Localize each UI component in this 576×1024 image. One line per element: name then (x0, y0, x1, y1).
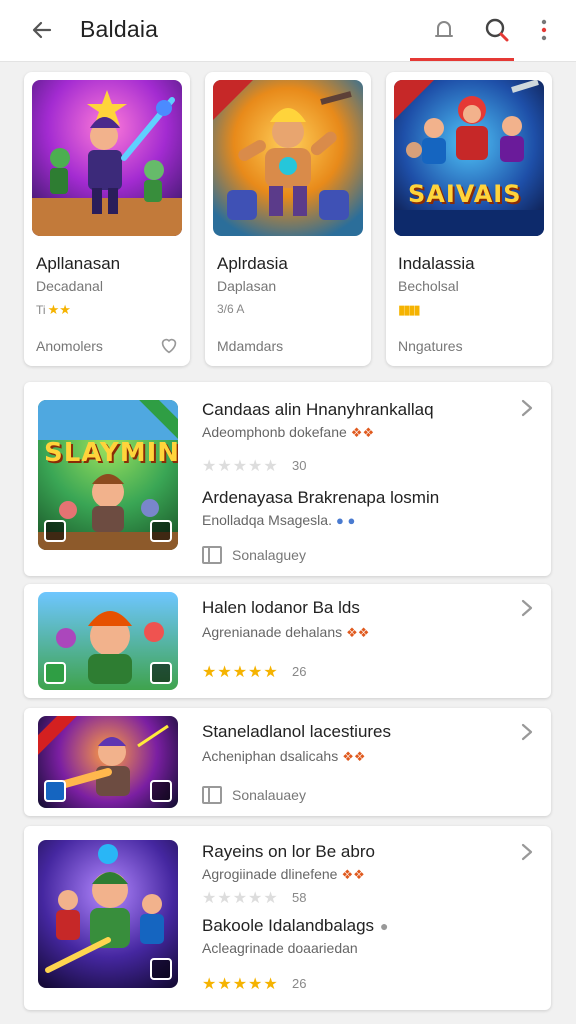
star-rating: ★★★★★ (202, 664, 279, 681)
item-footer-text: Sonalaguey (232, 547, 306, 563)
rating: 3/6 A (217, 302, 244, 316)
rating-value: 58 (292, 890, 307, 905)
book-icon (202, 786, 222, 804)
item-title: Candaas alin Hnanyhrankallaq (202, 400, 434, 419)
item-subtitle: Adeomphonb dokefane ❖❖ (202, 424, 374, 441)
rating-text: Ti (36, 303, 46, 317)
fire-icon: ❖❖ (341, 867, 365, 882)
star-icon: ★★ (47, 302, 71, 317)
game-artwork (38, 840, 178, 988)
chevron-right-icon[interactable] (518, 722, 536, 742)
item-title: Halen lodanor Ba lds (202, 598, 360, 617)
top-card[interactable]: SAIVAIS Indalassia Becholsal ▮▮▮▮ Nngatu… (386, 72, 552, 366)
top-card[interactable]: Apllanasan Decadanal Ti ★★ Anomolers (24, 72, 190, 366)
app-bar: Baldaia (0, 0, 576, 62)
item-footer-text: Sonalauaey (232, 787, 306, 803)
item-subtitle-text: Agrogiinade dlinefene (202, 866, 338, 882)
book-icon (202, 546, 222, 564)
item-footer: Sonalauaey (202, 786, 306, 804)
rating-value: 26 (292, 664, 307, 679)
star-rating: ★★★★★ (202, 890, 279, 907)
page-title: Baldaia (80, 16, 159, 42)
active-tab-indicator (410, 58, 514, 61)
game-artwork: SAIVAIS (394, 80, 544, 236)
item-footer: Sonalaguey (202, 546, 306, 564)
chevron-right-icon[interactable] (518, 398, 536, 418)
game-art-title: SLAYMINS (44, 438, 178, 468)
item-subtitle-text: Agrenianade dehalans (202, 624, 343, 640)
game-artwork (32, 80, 182, 236)
list-item[interactable]: Rayeins on lor Be abro Agrogiinade dline… (24, 826, 551, 1010)
game-artwork (38, 716, 178, 808)
item-subtitle: Enolladqa Msagesla. ● ● (202, 512, 355, 528)
star-rating: ★★★★★ (202, 976, 279, 993)
list-item[interactable]: Halen lodanor Ba lds Agrenianade dehalan… (24, 584, 551, 698)
rating-value: 30 (292, 458, 307, 473)
rating-bars-icon: ▮▮▮▮ (398, 302, 421, 317)
platform-icon (44, 520, 66, 542)
item-title: Rayeins on lor Be abro (202, 842, 375, 861)
chevron-right-icon[interactable] (518, 842, 536, 862)
rating-text: 3/6 A (217, 302, 245, 316)
game-subtitle: Daplasan (217, 278, 277, 294)
card-footer: Anomolers (36, 338, 103, 354)
item-subtitle-text: Enolladqa Msagesla. (202, 512, 332, 528)
top-card[interactable]: Aplrdasia Daplasan 3/6 A Mdamdars (205, 72, 371, 366)
game-title: Indalassia (398, 254, 475, 273)
search-button[interactable] (480, 14, 514, 46)
controller-icon (150, 780, 172, 802)
rating: ▮▮▮▮ (398, 302, 421, 318)
game-artwork (213, 80, 363, 236)
controller-icon (150, 520, 172, 542)
item-subtitle-text: Adeomphonb dokefane (202, 424, 347, 440)
item-subtitle: Agrenianade dehalans ❖❖ (202, 624, 369, 641)
game-artwork (38, 592, 178, 690)
item-title: Staneladlanol lacestiures (202, 722, 392, 741)
chevron-right-icon[interactable] (518, 598, 536, 618)
item-subtitle-text: Acheniphan dsalicahs (202, 748, 339, 764)
info-icon: ● ● (335, 513, 356, 528)
arrow-left-icon (32, 21, 52, 39)
game-subtitle: Decadanal (36, 278, 103, 294)
item-subtitle: Acheniphan dsalicahs ❖❖ (202, 748, 366, 765)
item-title: Bakoole Idalandbalags ● (202, 916, 389, 936)
account-button[interactable] (428, 14, 460, 46)
game-title: Aplrdasia (217, 254, 288, 273)
rating: Ti ★★ (36, 302, 71, 318)
controller-icon (150, 958, 172, 980)
item-subtitle: Acleagrinade doaariedan (202, 940, 358, 956)
back-button[interactable] (26, 14, 58, 46)
item-subtitle: Agrogiinade dlinefene ❖❖ (202, 866, 365, 883)
game-art-title: SAIVAIS (408, 180, 522, 208)
platform-icon (44, 662, 66, 684)
info-icon: ● (380, 918, 389, 934)
game-title: Apllanasan (36, 254, 121, 273)
rating-value: 26 (292, 976, 307, 991)
fire-icon: ❖❖ (350, 425, 375, 440)
card-footer: Mdamdars (217, 338, 284, 354)
fire-icon: ❖❖ (342, 749, 366, 764)
item-title-text: Bakoole Idalandbalags (202, 916, 375, 935)
heart-icon[interactable] (158, 334, 180, 356)
list-item[interactable]: Staneladlanol lacestiures Acheniphan dsa… (24, 708, 551, 816)
card-footer: Nngatures (398, 338, 463, 354)
item-title: Ardenayasa Brakrenapa losmin (202, 488, 440, 507)
fire-icon: ❖❖ (346, 625, 370, 640)
game-artwork: SLAYMINS (38, 400, 178, 550)
platform-icon (44, 780, 66, 802)
search-icon (485, 18, 509, 42)
game-subtitle: Becholsal (398, 278, 459, 294)
more-button[interactable] (530, 14, 558, 46)
more-vert-icon (541, 19, 547, 41)
controller-icon (150, 662, 172, 684)
star-rating: ★★★★★ (202, 458, 279, 475)
list-item[interactable]: SLAYMINS Candaas alin Hnanyhrankallaq Ad… (24, 382, 551, 576)
account-icon (435, 21, 453, 37)
